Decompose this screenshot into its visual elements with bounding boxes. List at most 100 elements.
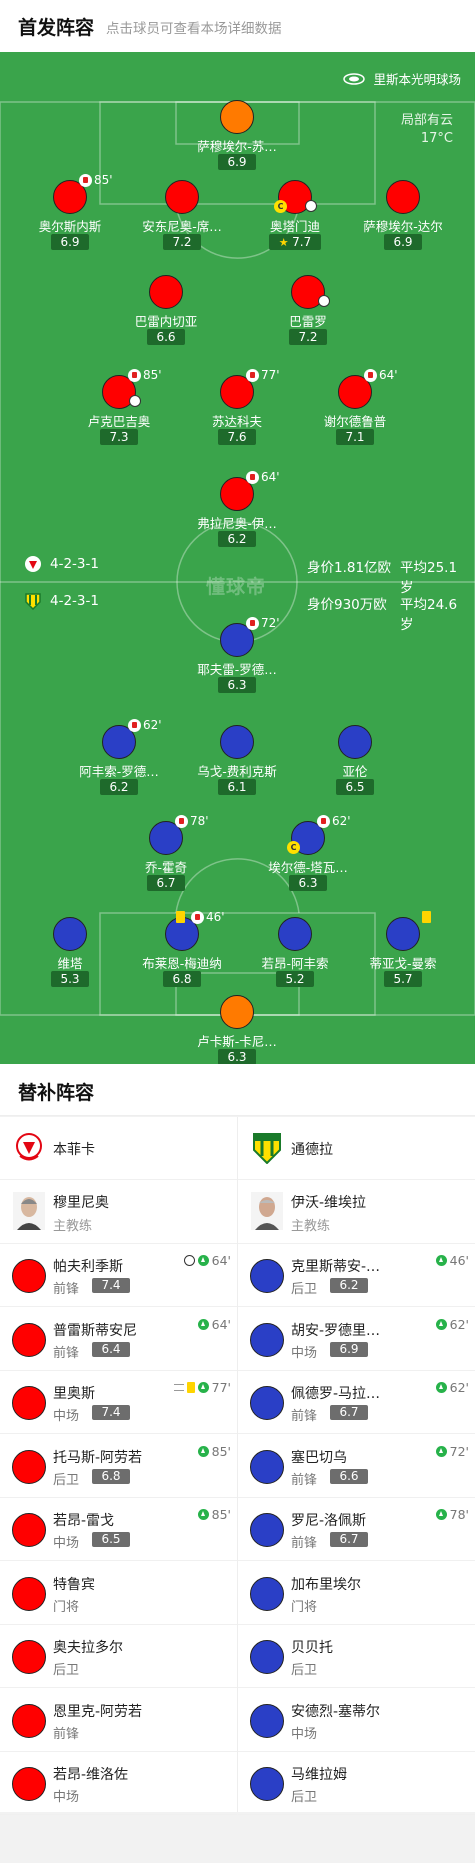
sub-on-time: 78' (449, 1507, 469, 1522)
sub-player-row[interactable]: 若昂-雷戈 中场 6.5 85' (0, 1498, 237, 1561)
sub-player-rating: 6.7 (330, 1532, 368, 1547)
sub-on-info: 85' (197, 1507, 231, 1522)
player-name: 乔-霍奇 (144, 860, 187, 875)
benfica-logo-icon (16, 1133, 42, 1161)
sub-time: 64' (261, 470, 280, 484)
player-rating: 6.2 (100, 779, 138, 795)
player-jersey-icon (220, 100, 254, 134)
player-rating: 6.9 (384, 234, 422, 250)
home-value: 身价1.81亿欧 (307, 560, 392, 576)
sub-on-icon (197, 1509, 209, 1520)
sub-on-icon (197, 1255, 209, 1266)
sub-player-row[interactable]: 加布里埃尔 门将 (238, 1562, 475, 1625)
player-rating: 7.2 (289, 329, 327, 345)
player-rating-value: 6.9 (60, 235, 80, 249)
player-rating: 7.6 (218, 429, 256, 445)
home-formation: 4-2-3-1 (50, 556, 99, 572)
sub-player-row[interactable]: 克里斯蒂安-… 后卫 6.2 46' (238, 1244, 475, 1307)
sub-player-row[interactable]: 塞巴切乌 前锋 6.6 72' (238, 1435, 475, 1498)
player-name: 萨穆埃尔-达尔 (363, 219, 443, 234)
home-team-row[interactable]: 本菲卡 (0, 1117, 237, 1180)
lineup-header: 首发阵容 点击球员可查看本场详细数据 (0, 0, 475, 52)
player-jersey-icon (250, 1259, 284, 1293)
sub-player-position: 前锋 (53, 1282, 80, 1297)
player-name: 若昂-阿丰索 (261, 956, 329, 971)
player-jersey-icon (250, 1322, 284, 1357)
sub-player-row[interactable]: 恩里克-阿劳若 前锋 (0, 1689, 237, 1752)
home-coach-row[interactable]: 穆里尼奥 主教练 (0, 1180, 237, 1244)
venue-name: 里斯本光明球场 (373, 72, 461, 87)
player-rating-value: 6.3 (298, 876, 318, 890)
sub-time: 72' (261, 616, 280, 630)
sub-on-icon (435, 1445, 447, 1457)
home-info: 4-2-3-1 身价1.81亿欧 平均25.1岁 (22, 554, 462, 596)
player-name: 蒂亚戈-曼索 (369, 956, 437, 971)
player-rating: 6.3 (289, 875, 327, 891)
sub-player-rating: 6.7 (330, 1405, 368, 1420)
sub-player-row[interactable]: 胡安-罗德里… 中场 6.9 62' (238, 1308, 475, 1371)
stadium-icon (343, 72, 366, 85)
sub-player-position: 门将 (291, 1599, 318, 1615)
sub-player-name: 佩德罗-马拉… (291, 1386, 381, 1402)
sub-time: 78' (190, 814, 209, 828)
sub-player-name: 塞巴切乌 (291, 1449, 347, 1466)
player-jersey-icon (220, 725, 254, 759)
player-rating-value: 6.3 (227, 1050, 247, 1064)
sub-player-row[interactable]: 托马斯-阿劳若 后卫 6.8 85' (0, 1435, 237, 1498)
yellow-card-icon (186, 1382, 195, 1393)
player-rating: ★ 7.7 (269, 234, 321, 250)
sub-player-row[interactable]: 普雷斯蒂安尼 前锋 6.4 64' (0, 1308, 237, 1371)
sub-player-rating: 7.4 (92, 1278, 130, 1293)
sub-player-row[interactable]: 特鲁宾 门将 (0, 1562, 237, 1625)
sub-player-row[interactable]: 佩德罗-马拉… 前锋 6.7 62' (238, 1371, 475, 1434)
sub-off-icon (317, 815, 330, 828)
sub-player-row[interactable]: 安德烈-塞蒂尔 中场 (238, 1689, 475, 1752)
sub-player-row[interactable]: 马维拉姆 后卫 (238, 1752, 475, 1815)
sub-on-info: 72' (435, 1443, 469, 1459)
sub-player-row[interactable]: 若昂-维洛佐 中场 (0, 1752, 237, 1815)
weather: 局部有云 17°C (401, 112, 453, 148)
sub-player-name: 特鲁宾 (53, 1576, 95, 1593)
player-rating-value: 6.2 (227, 532, 247, 546)
sub-off-icon (364, 369, 377, 382)
player-jersey-icon (278, 917, 312, 951)
sub-on-icon (197, 1445, 209, 1457)
captain-icon: C (274, 200, 287, 213)
benfica-crest-icon (25, 556, 41, 572)
sub-player-row[interactable]: 帕夫利季斯 前锋 7.4 64' (0, 1244, 237, 1307)
player-rating-value: 5.7 (393, 972, 413, 986)
sub-player-position: 中场 (53, 1790, 80, 1805)
sub-player-position: 中场 (291, 1726, 318, 1742)
sub-time: 64' (379, 368, 398, 382)
sub-player-row[interactable]: 奥夫拉多尔 后卫 (0, 1625, 237, 1688)
player-rating: 6.2 (218, 531, 256, 547)
swap-icon (173, 1384, 184, 1391)
sub-player-row[interactable]: 贝贝托 后卫 (238, 1625, 475, 1688)
sub-player-row[interactable]: 里奥斯 中场 7.4 77' (0, 1371, 237, 1434)
sub-on-time: 72' (449, 1443, 469, 1459)
sub-player-rating: 6.8 (92, 1468, 130, 1484)
subs-header: 替补阵容 (0, 1064, 475, 1116)
player-jersey-icon (250, 1513, 284, 1547)
home-coach-name: 穆里尼奥 (53, 1195, 109, 1211)
player-rating-value: 7.1 (345, 430, 365, 444)
sub-on-icon (197, 1318, 209, 1330)
away-coach-name: 伊沃-维埃拉 (291, 1195, 367, 1211)
away-team-row[interactable]: 通德拉 (238, 1117, 475, 1180)
sub-player-name: 加布里埃尔 (291, 1576, 361, 1593)
sub-time: 85' (143, 368, 162, 382)
player-rating-value: 6.9 (227, 155, 247, 169)
sub-player-rating: 6.4 (92, 1341, 130, 1357)
sub-player-name: 克里斯蒂安-… (291, 1259, 381, 1275)
sub-player-row[interactable]: 罗尼-洛佩斯 前锋 6.7 78' (238, 1498, 475, 1561)
sub-player-position: 前锋 (53, 1345, 80, 1361)
sub-time: 62' (332, 814, 351, 828)
player-jersey-icon (12, 1576, 46, 1611)
subs-title: 替补阵容 (18, 1082, 95, 1104)
away-coach-row[interactable]: 伊沃-维埃拉 主教练 (238, 1180, 475, 1244)
player-rating: 6.6 (147, 329, 185, 345)
player-name: 奥塔门迪 (269, 219, 320, 234)
player-name: 卢卡斯-卡尼… (197, 1034, 277, 1049)
sub-player-position: 中场 (53, 1536, 80, 1551)
sub-player-name: 胡安-罗德里… (291, 1322, 381, 1339)
